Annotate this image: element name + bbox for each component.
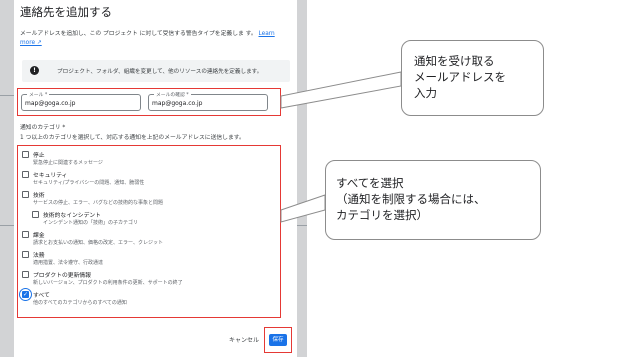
category-label: 技術的なインシデント <box>43 213 101 219</box>
confirm-email-field[interactable]: メールの確認 * <box>148 91 268 111</box>
categories-highlight: 停止 緊急停止に関連するメッセージ セキュリティ セキュリティ/プライバシーの問… <box>17 145 281 318</box>
save-button[interactable]: 保存 <box>269 334 287 346</box>
checkbox[interactable] <box>22 271 29 278</box>
checkbox[interactable] <box>22 171 29 178</box>
checkbox[interactable] <box>22 251 29 258</box>
confirm-email-label: メールの確認 * <box>154 91 191 98</box>
category-description: 他のすべてのカテゴリからのすべての通知 <box>33 300 127 306</box>
categories-callout: すべてを選択 （通知を制限する場合には、 カテゴリを選択） <box>325 160 541 240</box>
dialog-title: 連絡先を追加する <box>20 5 112 19</box>
callout-line: カテゴリを選択） <box>336 208 428 222</box>
category-description: インシデント通知の「技術」の子カテゴリ <box>43 220 139 226</box>
email-callout-text: 通知を受け取る メールアドレスを 入力 <box>414 53 506 101</box>
confirm-email-input[interactable] <box>152 99 262 108</box>
email-fields-highlight: メール * メールの確認 * <box>17 88 281 116</box>
email-callout: 通知を受け取る メールアドレスを 入力 <box>401 40 544 116</box>
checkbox[interactable] <box>22 231 29 238</box>
category-description: 適用措置、法令遵守、行政通達 <box>33 260 104 266</box>
backdrop-left <box>0 0 14 357</box>
info-icon: ! <box>30 66 39 75</box>
email-label: メール * <box>27 91 50 98</box>
category-description: 緊急停止に関連するメッセージ <box>33 160 103 166</box>
category-description: セキュリティ/プライバシーの問題、通知、脆弱性 <box>33 180 145 186</box>
category-description: 新しいバージョン、プロダクトの利用条件の更新、サポートの終了 <box>33 280 183 286</box>
checkbox[interactable] <box>32 211 39 218</box>
dialog-description: メールアドレスを追加し、この プロジェクト に対して受信する警告タイプを定義しま… <box>20 30 288 48</box>
checkbox[interactable] <box>22 191 29 198</box>
save-button-highlight: 保存 <box>264 327 292 353</box>
callout-line: すべてを選択 <box>336 176 404 190</box>
description-text: メールアドレスを追加し、この プロジェクト に対して受信する警告タイプを定義しま… <box>20 31 257 37</box>
add-contact-dialog: 連絡先を追加する メールアドレスを追加し、この プロジェクト に対して受信する警… <box>14 0 297 357</box>
category-label: 法務 <box>33 253 45 259</box>
email-input[interactable] <box>25 99 135 108</box>
category-label: 技術 <box>33 193 45 199</box>
callout-line: 通知を受け取る <box>414 54 495 68</box>
category-description: 請求とお支払いの通知、価格の改定、エラー、クレジット <box>33 240 163 246</box>
category-label: 停止 <box>33 153 45 159</box>
info-banner: ! プロジェクト、フォルダ、組織を変更して、他のリソースの連絡先を定義します。 <box>22 60 290 82</box>
backdrop-divider <box>0 95 14 96</box>
checkbox-checked[interactable]: ✓ <box>22 291 29 298</box>
email-field[interactable]: メール * <box>21 91 141 111</box>
callout-line: メールアドレスを <box>414 70 506 84</box>
category-label: プロダクトの更新情報 <box>33 273 91 279</box>
callout-line: （通知を制限する場合には、 <box>336 192 486 206</box>
categories-description: 1 つ以上のカテゴリを選択して、対応する通知を上記のメールアドレスに送信します。 <box>20 135 245 141</box>
checkbox[interactable] <box>22 151 29 158</box>
backdrop-divider <box>0 225 14 226</box>
categories-callout-text: すべてを選択 （通知を制限する場合には、 カテゴリを選択） <box>336 175 486 223</box>
info-text: プロジェクト、フォルダ、組織を変更して、他のリソースの連絡先を定義します。 <box>57 69 263 75</box>
callout-line: 入力 <box>414 86 437 100</box>
category-label: すべて <box>33 293 50 299</box>
backdrop-divider <box>297 95 307 96</box>
backdrop-divider <box>297 225 307 226</box>
category-description: サービスの停止、エラー、バグなどの技術的な事象と問題 <box>33 200 163 206</box>
cancel-button[interactable]: キャンセル <box>229 335 259 344</box>
categories-title: 通知のカテゴリ * <box>20 125 66 131</box>
category-label: セキュリティ <box>33 173 68 179</box>
category-label: 課金 <box>33 233 45 239</box>
backdrop-right <box>297 0 307 357</box>
